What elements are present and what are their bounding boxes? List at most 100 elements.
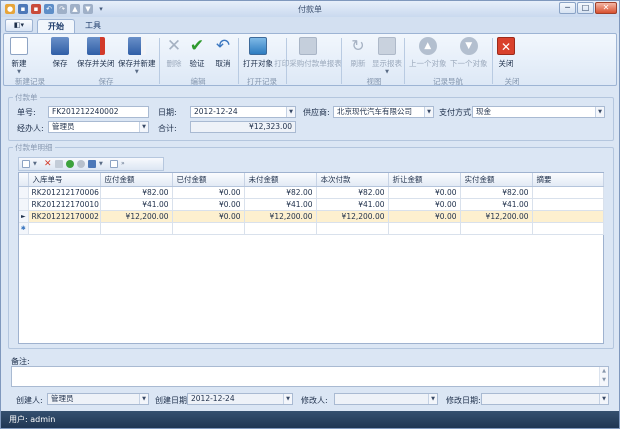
save-and-new-button[interactable]: 保存并新建 ▼ [118, 37, 156, 75]
table-cell[interactable] [532, 222, 604, 235]
close-window-button[interactable]: ✕ [595, 2, 617, 14]
chevron-down-icon[interactable]: ▼ [99, 160, 107, 168]
table-cell[interactable] [172, 222, 245, 235]
add-row-icon[interactable] [22, 160, 30, 168]
table-cell[interactable] [244, 222, 317, 235]
new-row[interactable]: ✱ [19, 222, 604, 235]
table-cell[interactable]: ¥0.00 [388, 186, 461, 199]
table-cell[interactable] [532, 210, 604, 223]
delete-x-icon: ✕ [166, 36, 182, 56]
open-object-button[interactable]: 打开对象 [243, 37, 273, 69]
table-cell[interactable]: ¥12,200.00 [460, 210, 533, 223]
cancel-button[interactable]: ↶ 取消 [214, 37, 232, 69]
table-cell[interactable]: ¥12,200.00 [316, 210, 389, 223]
chevron-down-icon[interactable]: ▼ [139, 122, 148, 132]
window-title: 付款单 [298, 5, 322, 14]
table-cell[interactable] [388, 222, 461, 235]
new-row-icon[interactable]: ✱ [19, 222, 29, 235]
table-cell[interactable]: RK201212170002 [28, 210, 101, 223]
column-header[interactable]: 实付金额 [460, 173, 533, 187]
table-cell[interactable] [532, 186, 604, 199]
up-arrow-icon: ▲ [418, 37, 437, 55]
tab-tools[interactable]: 工具 [75, 19, 111, 33]
next-object-button[interactable]: ▼ 下一个对象 [450, 37, 488, 69]
refresh-button[interactable]: ↻ 刷新 [349, 37, 367, 69]
column-header[interactable]: 摘要 [532, 173, 604, 187]
copy-icon[interactable] [55, 160, 63, 168]
column-header[interactable]: 应付金额 [100, 173, 173, 187]
column-header[interactable]: 未付金额 [244, 173, 317, 187]
save-close-icon [86, 37, 105, 55]
row-indicator[interactable] [19, 198, 29, 211]
scrollbar[interactable]: ▲ ▼ [599, 367, 608, 386]
overflow-icon[interactable]: » [121, 160, 129, 168]
save-icon[interactable] [88, 160, 96, 168]
handler-label: 经办人: [17, 124, 44, 133]
row-indicator[interactable] [19, 186, 29, 199]
table-cell[interactable]: RK201212170010 [28, 198, 101, 211]
table-cell[interactable]: ¥41.00 [316, 198, 389, 211]
current-row-icon[interactable]: ► [19, 210, 29, 223]
table-cell[interactable] [28, 222, 101, 235]
table-cell[interactable]: ¥0.00 [172, 186, 245, 199]
table-cell[interactable]: ¥82.00 [244, 186, 317, 199]
table-cell[interactable]: ¥0.00 [388, 198, 461, 211]
date-field[interactable]: 2012-12-24 ▼ [190, 106, 296, 118]
remark-field[interactable]: ▲ ▼ [11, 366, 609, 387]
handler-field[interactable]: 管理员 ▼ [48, 121, 149, 133]
delete-row-icon[interactable]: ✕ [44, 160, 52, 169]
open-object-icon [249, 37, 267, 55]
cancel-row-icon[interactable] [77, 160, 85, 168]
table-cell[interactable]: ¥82.00 [100, 186, 173, 199]
table-cell[interactable]: ¥0.00 [172, 198, 245, 211]
table-cell[interactable]: ¥82.00 [316, 186, 389, 199]
chevron-down-icon[interactable]: ▼ [33, 160, 41, 168]
previous-object-button[interactable]: ▲ 上一个对象 [409, 37, 447, 69]
group-divider [492, 38, 493, 84]
save-button[interactable]: 保存 [51, 37, 69, 69]
new-button[interactable]: 新建 ▼ [10, 37, 28, 75]
chevron-down-icon: ▼ [428, 394, 437, 404]
confirm-icon[interactable] [66, 160, 74, 168]
filter-icon[interactable] [110, 160, 118, 168]
column-header[interactable]: 入库单号 [28, 173, 101, 187]
table-cell[interactable]: ¥41.00 [460, 198, 533, 211]
table-row[interactable]: RK201212170010 ¥41.00 ¥0.00 ¥41.00 ¥41.0… [19, 198, 604, 211]
details-grid: 入库单号 应付金额 已付金额 未付金额 本次付款 折让金额 实付金额 摘要 RK… [18, 172, 604, 344]
table-cell[interactable] [316, 222, 389, 235]
table-row-selected[interactable]: ► RK201212170002 ¥12,200.00 ¥0.00 ¥12,20… [19, 210, 604, 223]
table-cell[interactable]: RK201212170006 [28, 186, 101, 199]
chevron-down-icon[interactable]: ▼ [424, 107, 433, 117]
table-cell[interactable]: ¥41.00 [244, 198, 317, 211]
close-button[interactable]: ✕ 关闭 [497, 37, 515, 69]
table-cell[interactable]: ¥12,200.00 [100, 210, 173, 223]
minimize-button[interactable]: ─ [559, 2, 576, 14]
print-report-button[interactable]: 打印采购付款单报表 [274, 37, 342, 69]
maximize-button[interactable]: □ [577, 2, 594, 14]
table-cell[interactable]: ¥0.00 [388, 210, 461, 223]
table-cell[interactable]: ¥0.00 [172, 210, 245, 223]
column-header[interactable]: 本次付款 [316, 173, 389, 187]
table-cell[interactable]: ¥82.00 [460, 186, 533, 199]
table-cell[interactable]: ¥12,200.00 [244, 210, 317, 223]
column-header[interactable]: 折让金额 [388, 173, 461, 187]
payment-method-field[interactable]: 现金 ▼ [472, 106, 605, 118]
table-cell[interactable] [100, 222, 173, 235]
save-and-close-button[interactable]: 保存并关闭 [77, 37, 115, 69]
column-header[interactable]: 已付金额 [172, 173, 245, 187]
delete-button[interactable]: ✕ 删除 [165, 37, 183, 69]
table-cell[interactable]: ¥41.00 [100, 198, 173, 211]
supplier-field[interactable]: 北京现代汽车有限公司 ▼ [333, 106, 434, 118]
validate-button[interactable]: ✔ 验证 [188, 37, 206, 69]
tab-start[interactable]: 开始 [37, 19, 75, 33]
table-row[interactable]: RK201212170006 ¥82.00 ¥0.00 ¥82.00 ¥82.0… [19, 186, 604, 199]
show-report-button[interactable]: 显示报表 ▼ [372, 37, 402, 75]
group-divider [238, 38, 239, 84]
table-cell[interactable] [460, 222, 533, 235]
table-cell[interactable] [532, 198, 604, 211]
creator-field: 管理员 ▼ [47, 393, 149, 405]
number-field[interactable]: FK201212240002 [48, 106, 149, 118]
chevron-down-icon[interactable]: ▼ [286, 107, 295, 117]
chevron-down-icon[interactable]: ▼ [595, 107, 604, 117]
app-menu-button[interactable]: ◧▾ [5, 19, 33, 32]
